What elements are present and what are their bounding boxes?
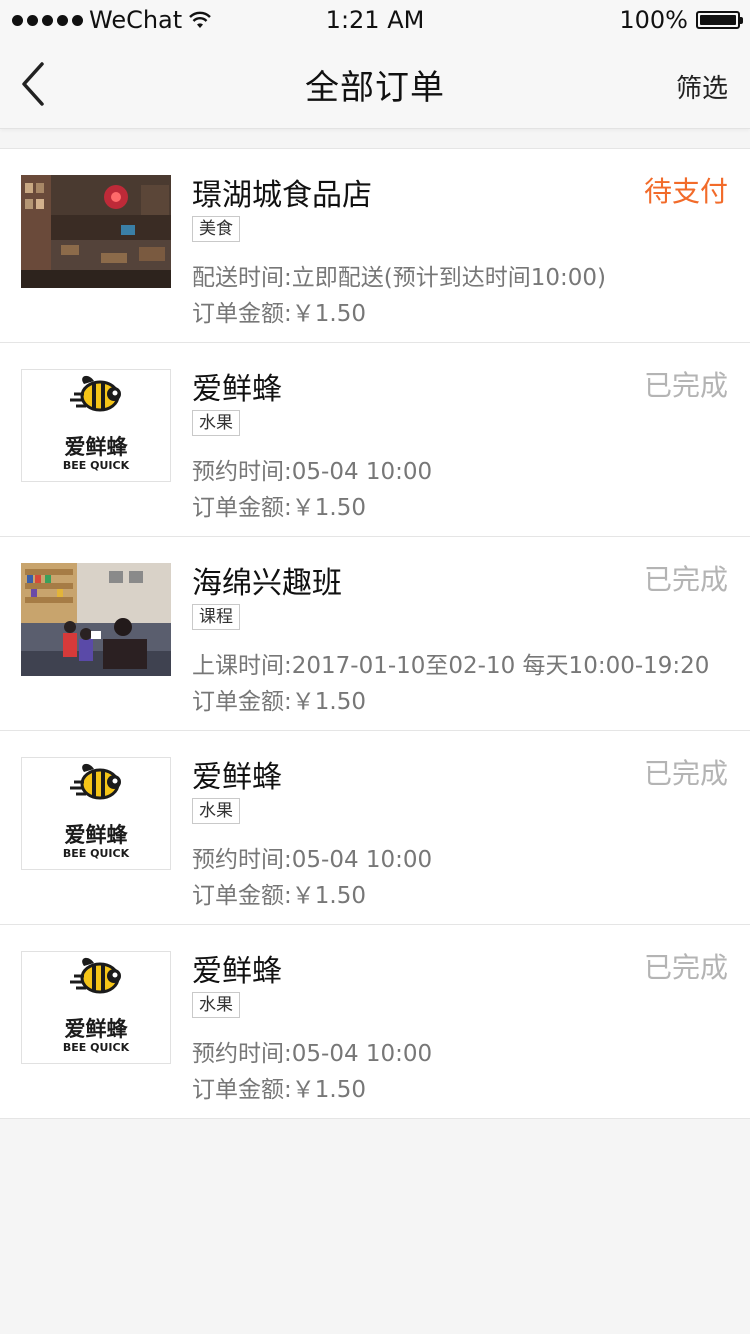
- category-tag: 课程: [192, 604, 240, 630]
- order-time: 预约时间:05-04 10:00: [192, 847, 433, 873]
- order-amount: 订单金额:￥1.50: [192, 495, 366, 521]
- order-amount: 订单金额:￥1.50: [192, 883, 366, 909]
- shop-photo: [21, 175, 171, 288]
- battery-icon: [696, 11, 743, 29]
- category-tag: 水果: [192, 798, 240, 824]
- order-amount: 订单金额:￥1.50: [192, 689, 366, 715]
- order-item[interactable]: 爱鲜蜂 BEE QUICK 爱鲜蜂 已完成水果预约时间:05-04 10:00 订单…: [0, 925, 750, 1119]
- logo-text-cn: 爱鲜蜂: [65, 823, 129, 847]
- category-tag: 水果: [192, 992, 240, 1018]
- order-amount: 订单金额:￥1.50: [192, 1077, 366, 1103]
- shop-name: 爱鲜蜂: [192, 372, 282, 407]
- order-status: 待支付: [643, 175, 728, 208]
- shop-name: 海绵兴趣班: [192, 566, 342, 601]
- status-bar: WeChat 1:21 AM 100%: [0, 0, 750, 40]
- logo-text-en: BEE QUICK: [63, 1041, 130, 1054]
- battery-info: 100%: [619, 6, 743, 34]
- order-time: 预约时间:05-04 10:00: [192, 459, 433, 485]
- logo-text-en: BEE QUICK: [63, 847, 130, 860]
- order-item[interactable]: 璟湖城食品店 待支付美食配送时间:立即配送(预计到达时间10:00) 订单金额:￥1…: [0, 149, 750, 343]
- shop-logo: 爱鲜蜂 BEE QUICK: [21, 369, 171, 482]
- order-item[interactable]: 爱鲜蜂 BEE QUICK 爱鲜蜂 已完成水果预约时间:05-04 10:00 订单…: [0, 343, 750, 537]
- order-status: 已完成: [643, 369, 728, 402]
- navigation-bar: 全部订单 筛选: [0, 40, 750, 129]
- order-item[interactable]: 爱鲜蜂 BEE QUICK 爱鲜蜂 已完成水果预约时间:05-04 10:00 订单…: [0, 731, 750, 925]
- order-status: 已完成: [643, 563, 728, 596]
- filter-button[interactable]: 筛选: [676, 68, 728, 105]
- order-time: 预约时间:05-04 10:00: [192, 1041, 433, 1067]
- shop-name: 爱鲜蜂: [192, 760, 282, 795]
- logo-text-cn: 爱鲜蜂: [65, 435, 129, 459]
- order-time: 上课时间:2017-01-10至02-10 每天10:00-19:20: [192, 653, 710, 679]
- order-amount: 订单金额:￥1.50: [192, 301, 366, 327]
- category-tag: 水果: [192, 410, 240, 436]
- shop-name: 璟湖城食品店: [192, 178, 372, 213]
- category-tag: 美食: [192, 216, 240, 242]
- shop-name: 爱鲜蜂: [192, 954, 282, 989]
- order-list: 璟湖城食品店 待支付美食配送时间:立即配送(预计到达时间10:00) 订单金额:￥1…: [0, 148, 750, 1119]
- shop-logo: 爱鲜蜂 BEE QUICK: [21, 757, 171, 870]
- order-status: 已完成: [643, 757, 728, 790]
- order-time: 配送时间:立即配送(预计到达时间10:00): [192, 265, 606, 291]
- order-status: 已完成: [643, 951, 728, 984]
- shop-photo: [21, 563, 171, 676]
- order-item[interactable]: 海绵兴趣班 已完成课程上课时间:2017-01-10至02-10 每天10:00-…: [0, 537, 750, 731]
- shop-logo: 爱鲜蜂 BEE QUICK: [21, 951, 171, 1064]
- page-title: 全部订单: [305, 68, 445, 108]
- logo-text-cn: 爱鲜蜂: [65, 1017, 129, 1041]
- battery-percent: 100%: [619, 6, 688, 34]
- logo-text-en: BEE QUICK: [63, 459, 130, 472]
